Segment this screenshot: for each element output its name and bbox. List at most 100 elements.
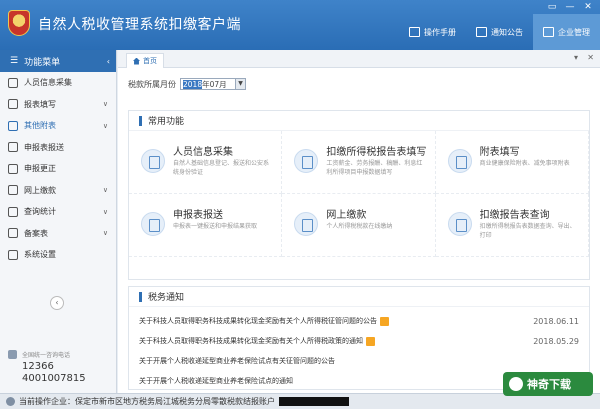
watermark-logo: 神奇下载 [503,372,593,396]
top-toolbar: 操作手册 通知公告 企业管理 [399,14,600,50]
func-schedule-fill[interactable]: 附表填写 商业健康保险附表、减免事项附表 [435,131,589,194]
func-report-query[interactable]: 扣缴报告表查询 扣缴所得税报告表数据查询、导出、打印 [435,194,589,257]
sidebar-title: 功能菜单 [24,57,61,68]
collapse-sidebar-button[interactable]: ‹ [50,296,64,310]
main-content: 首页 ▾ ✕ 税款所属月份 2018年07月 ▼ 常用功能 人员信息采集 自然人… [118,50,600,393]
tax-period-selector: 税款所属月份 2018年07月 ▼ [128,78,246,90]
mail-icon [476,27,487,37]
sidebar-item-label: 网上缴款 [24,185,56,195]
func-name: 申报表报送 [173,210,223,221]
app-title: 自然人税收管理系统扣缴客户端 [38,17,241,33]
hotline-label: 全国统一咨询电话 [22,352,71,359]
search-document-icon [447,212,472,236]
company-management-label: 企业管理 [558,27,590,37]
new-badge-icon [380,316,389,326]
notice-date: 2018.05.29 [533,336,579,346]
func-withholding-report[interactable]: 扣缴所得税报告表填写 工资薪金、劳务报酬、稿酬、利息红利所得项目申报数据填写 [282,131,436,194]
send-icon [8,142,18,153]
minimize-button[interactable]: — [564,2,576,12]
period-picker[interactable]: 2018年07月 ▼ [180,78,246,90]
period-month: 年07月 [202,79,227,89]
chevron-down-icon: ∨ [102,121,108,130]
sidebar-header[interactable]: ☰ 功能菜单 ‹ [0,50,116,72]
tab-bar: 首页 ▾ ✕ [118,50,600,68]
gear-icon [8,249,18,260]
edit-icon [8,99,18,110]
sidebar-item-other-schedules[interactable]: 其他附表 ∨ [0,115,116,137]
close-tabs-icon[interactable]: ✕ [587,53,594,62]
sidebar-item-person-info[interactable]: 人员信息采集 [0,72,116,94]
report-icon [294,149,319,173]
title-bar: 自然人税收管理系统扣缴客户端 ▭ — ✕ 操作手册 通知公告 企业管理 [0,0,600,50]
func-desc: 自然人基础信息登记、报送和公安系统身份验证 [173,160,270,176]
func-person-info[interactable]: 人员信息采集 自然人基础信息登记、报送和公安系统身份验证 [129,131,283,194]
sidebar-item-label: 申报更正 [24,164,56,174]
func-desc: 个人所得税税款在线缴纳 [326,223,393,230]
phone-icon [8,350,17,359]
func-submit[interactable]: 申报表报送 申报表一键报送和申报结果获取 [129,194,283,257]
notice-text: 关于开展个人税收递延型商业养老保险试点有关征管问题的公告 [139,357,335,365]
tab-home-label: 首页 [143,57,157,65]
func-name: 人员信息采集 [173,147,233,158]
maximize-button[interactable]: ▭ [546,2,558,12]
manual-label: 操作手册 [424,27,456,37]
hotline-number-2: 4001007815 [22,373,86,384]
sidebar-item-query[interactable]: 查询统计 ∨ [0,201,116,223]
manual-button[interactable]: 操作手册 [399,14,466,50]
company-management-button[interactable]: 企业管理 [533,14,600,50]
calendar-dropdown-icon[interactable]: ▼ [235,79,245,89]
sidebar-item-label: 备案表 [24,228,48,238]
hotline-block: 全国统一咨询电话 12366 4001007815 [8,350,113,385]
chevron-down-icon: ∨ [102,100,108,109]
func-desc: 工资薪金、劳务报酬、稿酬、利息红利所得项目申报数据填写 [326,160,423,176]
func-desc: 商业健康保险附表、减免事项附表 [479,160,570,167]
sidebar-item-correction[interactable]: 申报更正 [0,158,116,180]
id-card-icon [141,149,165,173]
upload-icon [141,212,165,236]
sidebar-item-submit[interactable]: 申报表报送 [0,137,116,159]
chevron-down-icon: ∨ [102,207,108,216]
watermark-text: 神奇下载 [527,378,571,391]
func-online-payment[interactable]: 网上缴款 个人所得税税款在线缴纳 [282,194,436,257]
menu-icon: ☰ [10,56,19,66]
notice-date: 2018.06.11 [533,316,579,326]
close-button[interactable]: ✕ [582,2,594,12]
notice-item[interactable]: 关于科技人员取得职务科技成果转化现金奖励有关个人所得税征管问题的公告 2018.… [139,311,579,331]
notice-label: 通知公告 [491,27,523,37]
sidebar-item-report-fill[interactable]: 报表填写 ∨ [0,94,116,116]
period-label: 税款所属月份 [128,79,176,89]
tab-list-icon[interactable]: ▾ [574,53,578,62]
sidebar-item-label: 报表填写 [24,99,56,109]
monitor-icon [543,27,554,37]
window-controls: ▭ — ✕ [546,2,594,12]
sidebar-item-label: 其他附表 [24,121,56,131]
chevron-down-icon: ∨ [102,229,108,238]
search-icon [8,206,18,217]
func-desc: 扣缴所得税报告表数据查询、导出、打印 [479,223,576,239]
payment-icon [294,212,319,236]
common-functions-panel: 常用功能 人员信息采集 自然人基础信息登记、报送和公安系统身份验证 扣缴所得税报… [128,110,590,280]
sidebar-item-label: 人员信息采集 [24,78,72,88]
notice-button[interactable]: 通知公告 [466,14,533,50]
correction-icon [8,163,18,174]
notice-item[interactable]: 关于科技人员取得职务科技成果转化现金奖励有关个人所得税政策的通知 2018.05… [139,331,579,351]
panel-title: 常用功能 [129,111,589,131]
func-desc: 申报表一键报送和申报结果获取 [173,223,258,230]
period-year: 2018 [183,79,203,89]
function-grid: 人员信息采集 自然人基础信息登记、报送和公安系统身份验证 扣缴所得税报告表填写 … [129,131,589,257]
chevron-left-icon: ‹ [106,56,110,66]
sidebar-item-payment[interactable]: 网上缴款 ∨ [0,180,116,202]
func-name: 网上缴款 [326,210,367,221]
grid-icon [8,120,18,131]
notice-text: 关于科技人员取得职务科技成果转化现金奖励有关个人所得税征管问题的公告 [139,317,377,325]
sidebar-item-label: 系统设置 [24,250,56,260]
sidebar-item-filing[interactable]: 备案表 ∨ [0,223,116,245]
notice-text: 关于开展个人税收递延型商业养老保险试点的通知 [139,377,293,385]
common-functions-title: 常用功能 [148,117,185,127]
sidebar: ☰ 功能菜单 ‹ 人员信息采集 报表填写 ∨ 其他附表 ∨ 申报表报送 申报更正… [0,50,117,393]
tab-home[interactable]: 首页 [126,53,164,68]
notice-text: 关于科技人员取得职务科技成果转化现金奖励有关个人所得税政策的通知 [139,337,363,345]
notice-item[interactable]: 关于开展个人税收递延型商业养老保险试点有关征管问题的公告 [139,351,579,371]
sidebar-item-settings[interactable]: 系统设置 [0,244,116,266]
hotline-number-1: 12366 [22,361,54,372]
